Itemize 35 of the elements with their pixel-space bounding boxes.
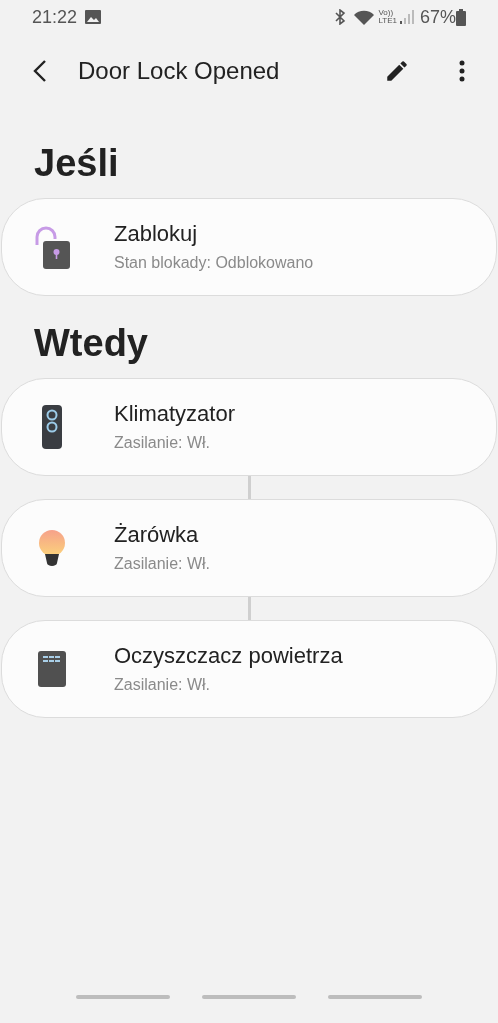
connector-line	[247, 597, 251, 620]
device-state: Zasilanie: Wł.	[114, 675, 211, 695]
light-bulb-icon	[39, 530, 65, 566]
nav-handle[interactable]	[328, 995, 422, 999]
status-time: 21:22	[32, 5, 78, 29]
device-card[interactable]: Zablokuj Stan blokady: Odblokowano	[1, 198, 497, 296]
device-name: Oczyszczacz powietrza	[114, 643, 343, 669]
bluetooth-icon	[334, 9, 347, 25]
connector-line	[247, 476, 251, 499]
device-state: Zasilanie: Wł.	[114, 433, 211, 453]
device-state: Zasilanie: Wł.	[114, 554, 211, 574]
signal-icon	[399, 10, 414, 24]
back-icon[interactable]	[33, 59, 47, 83]
device-name: Klimatyzator	[114, 401, 236, 427]
battery-icon	[456, 8, 466, 26]
network-label: LTE1	[378, 17, 397, 25]
nav-handle[interactable]	[202, 995, 296, 999]
device-card[interactable]: Klimatyzator Zasilanie: Wł.	[1, 378, 497, 476]
gallery-icon	[85, 10, 102, 24]
more-options-icon[interactable]	[459, 60, 465, 82]
section-heading: Jeśli	[33, 141, 120, 186]
screen-title: Door Lock Opened	[78, 56, 281, 86]
nav-handle[interactable]	[76, 995, 170, 999]
network-label: Vo))	[378, 9, 394, 17]
device-name: Żarówka	[114, 522, 199, 548]
remote-icon	[42, 405, 62, 449]
wifi-icon	[354, 9, 375, 25]
device-name: Zablokuj	[114, 221, 198, 247]
air-purifier-icon	[38, 651, 66, 687]
section-heading: Wtedy	[33, 321, 149, 366]
battery-percent: 67%	[419, 5, 456, 29]
open-padlock-icon	[34, 225, 70, 269]
device-card[interactable]: Żarówka Zasilanie: Wł.	[1, 499, 497, 597]
device-card[interactable]: Oczyszczacz powietrza Zasilanie: Wł.	[1, 620, 497, 718]
device-state: Stan blokady: Odblokowano	[114, 253, 314, 273]
